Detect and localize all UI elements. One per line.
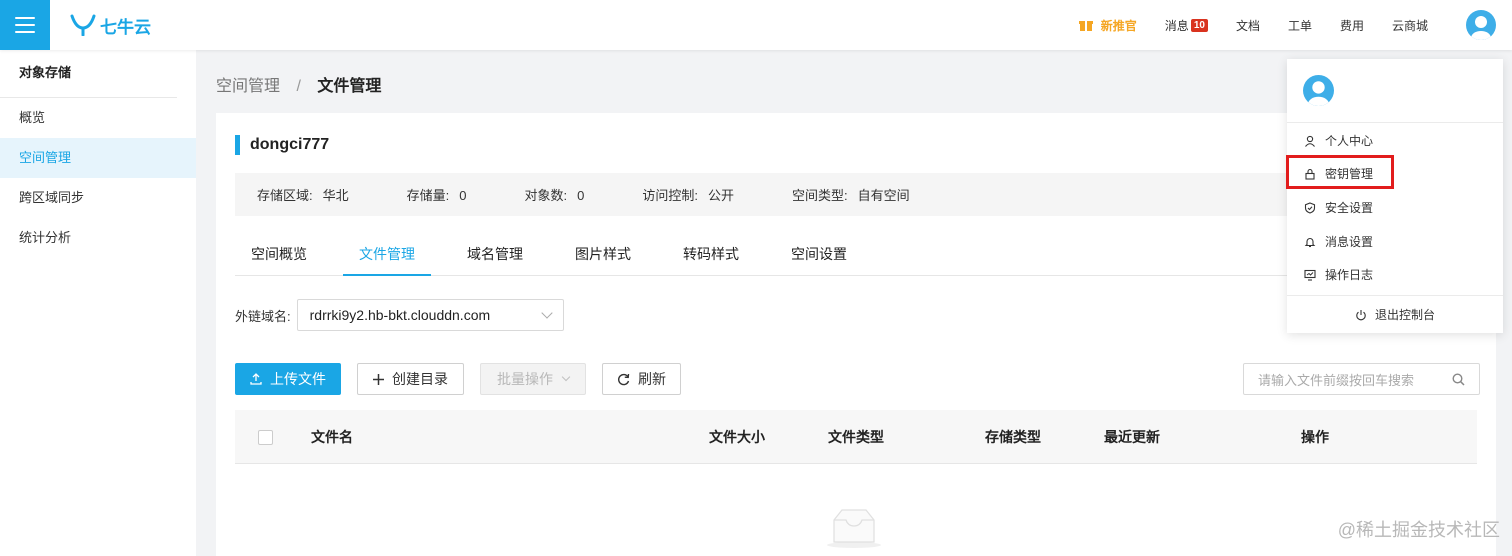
billing-link[interactable]: 费用 xyxy=(1340,17,1364,34)
info-region: 存储区域: 华北 xyxy=(257,188,349,203)
bucket-name: dongci777 xyxy=(250,136,330,153)
hamburger-menu-button[interactable] xyxy=(0,0,50,50)
tab-transcode-styles[interactable]: 转码样式 xyxy=(667,236,755,276)
gift-icon xyxy=(1078,21,1093,31)
tab-bucket-settings[interactable]: 空间设置 xyxy=(775,236,863,276)
top-nav: 新推官 消息 10 文档 工单 费用 云商城 xyxy=(1078,0,1512,50)
search-placeholder: 请输入文件前缀按回车搜索 xyxy=(1258,372,1415,388)
sidebar-title: 对象存储 xyxy=(0,50,177,98)
select-all-checkbox[interactable] xyxy=(258,430,273,445)
top-bar: 七牛云 新推官 消息 10 文档 工单 费用 云商城 xyxy=(0,0,1512,50)
upload-icon xyxy=(250,373,262,385)
bell-icon xyxy=(1303,235,1317,249)
breadcrumb-current: 文件管理 xyxy=(317,78,382,95)
info-object-count: 对象数: 0 xyxy=(524,188,585,203)
tab-image-styles[interactable]: 图片样式 xyxy=(559,236,647,276)
title-accent-bar xyxy=(235,135,240,155)
user-icon xyxy=(1303,134,1317,148)
hamburger-icon xyxy=(15,17,35,33)
info-bucket-type: 空间类型: 自有空间 xyxy=(792,188,910,203)
annotation-highlight-box xyxy=(1286,155,1394,189)
column-header-size[interactable]: 文件大小 xyxy=(709,410,765,464)
logo-text: 七牛云 xyxy=(100,17,151,37)
sidebar-item-overview[interactable]: 概览 xyxy=(0,98,196,138)
shield-icon xyxy=(1303,201,1317,215)
sidebar: 对象存储 概览 空间管理 跨区域同步 统计分析 xyxy=(0,50,196,556)
promo-label: 新推官 xyxy=(1100,18,1137,33)
file-toolbar: 上传文件 创建目录 批量操作 刷新 请输入文件前缀按回车搜索 xyxy=(235,363,1480,395)
logo[interactable]: 七牛云 xyxy=(70,12,151,38)
refresh-icon xyxy=(617,373,630,386)
breadcrumb: 空间管理 / 文件管理 xyxy=(216,72,381,96)
upload-file-button[interactable]: 上传文件 xyxy=(235,363,341,395)
column-header-filename[interactable]: 文件名 xyxy=(311,410,353,464)
create-directory-button[interactable]: 创建目录 xyxy=(357,363,464,395)
batch-operation-button[interactable]: 批量操作 xyxy=(480,363,586,395)
divider xyxy=(1287,122,1503,123)
market-link[interactable]: 云商城 xyxy=(1392,17,1428,34)
tab-file-management[interactable]: 文件管理 xyxy=(343,236,431,276)
domain-label: 外链域名: xyxy=(235,308,291,324)
bucket-title: dongci777 xyxy=(235,135,329,155)
power-icon xyxy=(1355,309,1367,321)
domain-row: 外链域名: rdrrki9y2.hb-bkt.clouddn.com xyxy=(235,299,564,331)
promo-link[interactable]: 新推官 xyxy=(1078,17,1137,34)
user-avatar-icon xyxy=(1471,16,1491,40)
messages-label: 消息 xyxy=(1164,18,1189,33)
docs-link[interactable]: 文档 xyxy=(1236,17,1260,34)
column-header-last-updated[interactable]: 最近更新 xyxy=(1104,410,1160,464)
refresh-button[interactable]: 刷新 xyxy=(602,363,681,395)
tab-domain-management[interactable]: 域名管理 xyxy=(451,236,539,276)
user-avatar-button[interactable] xyxy=(1466,10,1496,40)
column-header-type[interactable]: 文件类型 xyxy=(828,410,884,464)
menu-item-operation-log[interactable]: 操作日志 xyxy=(1287,258,1503,291)
plus-icon xyxy=(373,373,384,385)
file-search-input[interactable]: 请输入文件前缀按回车搜索 xyxy=(1243,363,1480,395)
messages-link[interactable]: 消息 10 xyxy=(1165,17,1208,34)
log-monitor-icon xyxy=(1303,268,1317,282)
sidebar-item-bucket-management[interactable]: 空间管理 xyxy=(0,138,196,178)
breadcrumb-separator: / xyxy=(296,78,301,95)
empty-inbox-icon xyxy=(827,509,881,548)
messages-count-badge: 10 xyxy=(1190,18,1208,32)
user-avatar-icon xyxy=(1308,81,1329,106)
breadcrumb-parent[interactable]: 空间管理 xyxy=(216,78,280,95)
column-header-actions: 操作 xyxy=(1301,429,1329,445)
dropdown-avatar xyxy=(1303,75,1334,106)
chevron-down-icon xyxy=(540,307,553,319)
tab-bucket-overview[interactable]: 空间概览 xyxy=(235,236,323,276)
sidebar-item-cross-region-sync[interactable]: 跨区域同步 xyxy=(0,178,196,218)
user-dropdown-menu: 个人中心 密钥管理 安全设置 消息设置 操作日志 退出控制台 xyxy=(1287,59,1503,333)
menu-item-personal-center[interactable]: 个人中心 xyxy=(1287,124,1503,157)
menu-item-security-settings[interactable]: 安全设置 xyxy=(1287,191,1503,224)
logo-icon xyxy=(70,14,96,36)
tickets-link[interactable]: 工单 xyxy=(1288,17,1312,34)
file-table-header: 文件名 文件大小 文件类型 存储类型 最近更新 操作 xyxy=(235,410,1477,464)
domain-value: rdrrki9y2.hb-bkt.clouddn.com xyxy=(309,307,491,323)
menu-item-message-settings[interactable]: 消息设置 xyxy=(1287,225,1503,258)
watermark: @稀土掘金技术社区 xyxy=(1337,520,1500,540)
domain-select[interactable]: rdrrki9y2.hb-bkt.clouddn.com xyxy=(296,299,564,331)
sidebar-item-statistics[interactable]: 统计分析 xyxy=(0,218,196,258)
info-storage: 存储量: 0 xyxy=(406,188,467,203)
info-access-control: 访问控制: 公开 xyxy=(642,188,734,203)
column-header-storage-type[interactable]: 存储类型 xyxy=(985,410,1041,464)
search-icon xyxy=(1452,372,1465,386)
logout-button[interactable]: 退出控制台 xyxy=(1287,296,1503,333)
chevron-down-icon xyxy=(561,372,571,382)
